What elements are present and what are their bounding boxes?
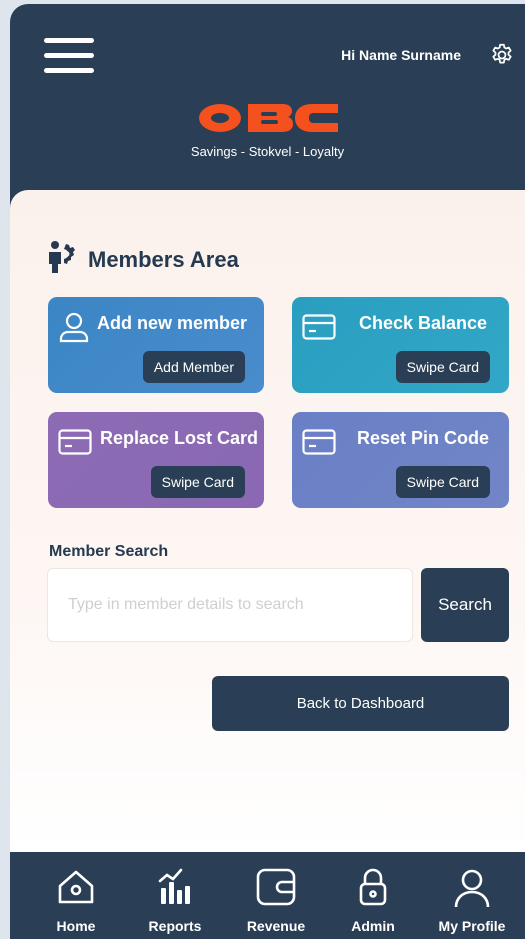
nav-admin[interactable]: Admin <box>323 852 423 939</box>
lock-icon <box>353 868 393 911</box>
profile-icon <box>452 868 492 913</box>
reset-pin-swipe-button[interactable]: Swipe Card <box>395 466 490 498</box>
card-icon <box>58 429 92 460</box>
members-area-heading: Members Area <box>48 240 239 279</box>
app-header: Hi Name Surname Savings - Stokvel - Loya… <box>10 4 525 194</box>
nav-label: Home <box>56 918 96 934</box>
section-title: Members Area <box>88 246 239 272</box>
nav-label: Reports <box>148 918 202 934</box>
back-to-dashboard-button[interactable]: Back to Dashboard <box>212 676 509 731</box>
tile-title: Check Balance <box>359 313 488 333</box>
user-greeting: Hi Name Surname <box>341 47 461 63</box>
nav-my-profile[interactable]: My Profile <box>422 852 522 939</box>
user-icon <box>58 311 90 348</box>
add-member-button[interactable]: Add Member <box>142 351 245 383</box>
member-search-input[interactable] <box>47 568 413 642</box>
main-content: Members Area Add new member Add Member C… <box>10 190 525 852</box>
nav-revenue[interactable]: Revenue <box>226 852 326 939</box>
home-icon <box>56 868 96 911</box>
settings-gear-icon[interactable] <box>489 42 515 68</box>
nav-reports[interactable]: Reports <box>125 852 225 939</box>
nav-home[interactable]: Home <box>26 852 126 939</box>
nav-label: Admin <box>351 918 395 934</box>
tagline: Savings - Stokvel - Loyalty <box>190 144 345 159</box>
app-screen: Hi Name Surname Savings - Stokvel - Loya… <box>10 4 525 939</box>
tile-title: Reset Pin Code <box>357 428 490 448</box>
wallet-icon <box>256 868 296 911</box>
member-settings-icon <box>48 240 80 279</box>
tile-title: Replace Lost Card <box>100 428 259 448</box>
check-balance-swipe-button[interactable]: Swipe Card <box>395 351 490 383</box>
search-button[interactable]: Search <box>421 568 509 642</box>
bottom-nav: Home Reports Revenue Admin My Profile <box>10 852 525 939</box>
obc-logo <box>10 102 525 134</box>
reports-icon <box>155 868 195 911</box>
member-search-label: Member Search <box>49 543 169 560</box>
replace-lost-card-tile[interactable]: Replace Lost Card Swipe Card <box>48 412 264 508</box>
replace-card-swipe-button[interactable]: Swipe Card <box>150 466 245 498</box>
card-icon <box>302 314 336 345</box>
tile-title: Add new member <box>97 313 248 333</box>
check-balance-tile[interactable]: Check Balance Swipe Card <box>292 297 509 393</box>
reset-pin-code-tile[interactable]: Reset Pin Code Swipe Card <box>292 412 509 508</box>
add-new-member-tile[interactable]: Add new member Add Member <box>48 297 264 393</box>
menu-icon[interactable] <box>44 38 94 74</box>
card-icon <box>302 429 336 460</box>
nav-label: My Profile <box>438 918 506 934</box>
nav-label: Revenue <box>246 918 306 934</box>
